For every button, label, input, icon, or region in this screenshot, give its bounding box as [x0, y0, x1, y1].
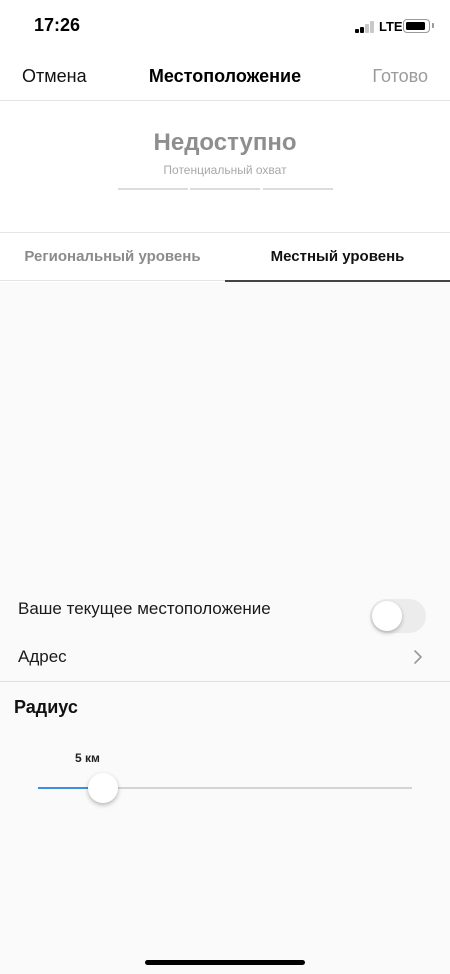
cellular-signal-icon: [355, 21, 375, 33]
reach-indicator-bars: [118, 188, 333, 190]
current-location-row: Ваше текущее местоположение: [0, 584, 450, 634]
reach-label: Потенциальный охват: [163, 163, 287, 177]
network-type: LTE: [379, 19, 403, 34]
radius-slider[interactable]: 5 км: [38, 751, 412, 803]
chevron-right-icon: [414, 650, 422, 664]
reach-value: Недоступно: [153, 129, 297, 156]
slider-thumb[interactable]: [88, 773, 118, 803]
tab-local-level[interactable]: Местный уровень: [225, 233, 450, 282]
toggle-knob: [372, 601, 402, 631]
level-tabs: Региональный уровень Местный уровень: [0, 232, 450, 282]
address-label: Адрес: [18, 647, 67, 666]
status-bar: 17:26 LTE: [0, 0, 450, 54]
current-location-toggle[interactable]: [370, 599, 426, 633]
potential-reach-panel: Недоступно Потенциальный охват: [0, 101, 450, 232]
slider-fill: [38, 787, 88, 789]
radius-value-label: 5 км: [75, 751, 100, 765]
tab-regional-level[interactable]: Региональный уровень: [0, 233, 225, 281]
status-time: 17:26: [34, 15, 81, 35]
home-indicator: [145, 960, 305, 965]
current-location-label: Ваше текущее местоположение: [18, 599, 271, 618]
battery-icon: [403, 19, 434, 33]
done-button[interactable]: Готово: [372, 66, 428, 87]
navigation-bar: Отмена Местоположение Готово: [0, 54, 450, 101]
map-area[interactable]: [0, 282, 450, 576]
radius-title: Радиус: [14, 697, 78, 717]
location-settings: Ваше текущее местоположение Адрес Радиус…: [0, 576, 450, 974]
address-row[interactable]: Адрес: [0, 634, 450, 682]
